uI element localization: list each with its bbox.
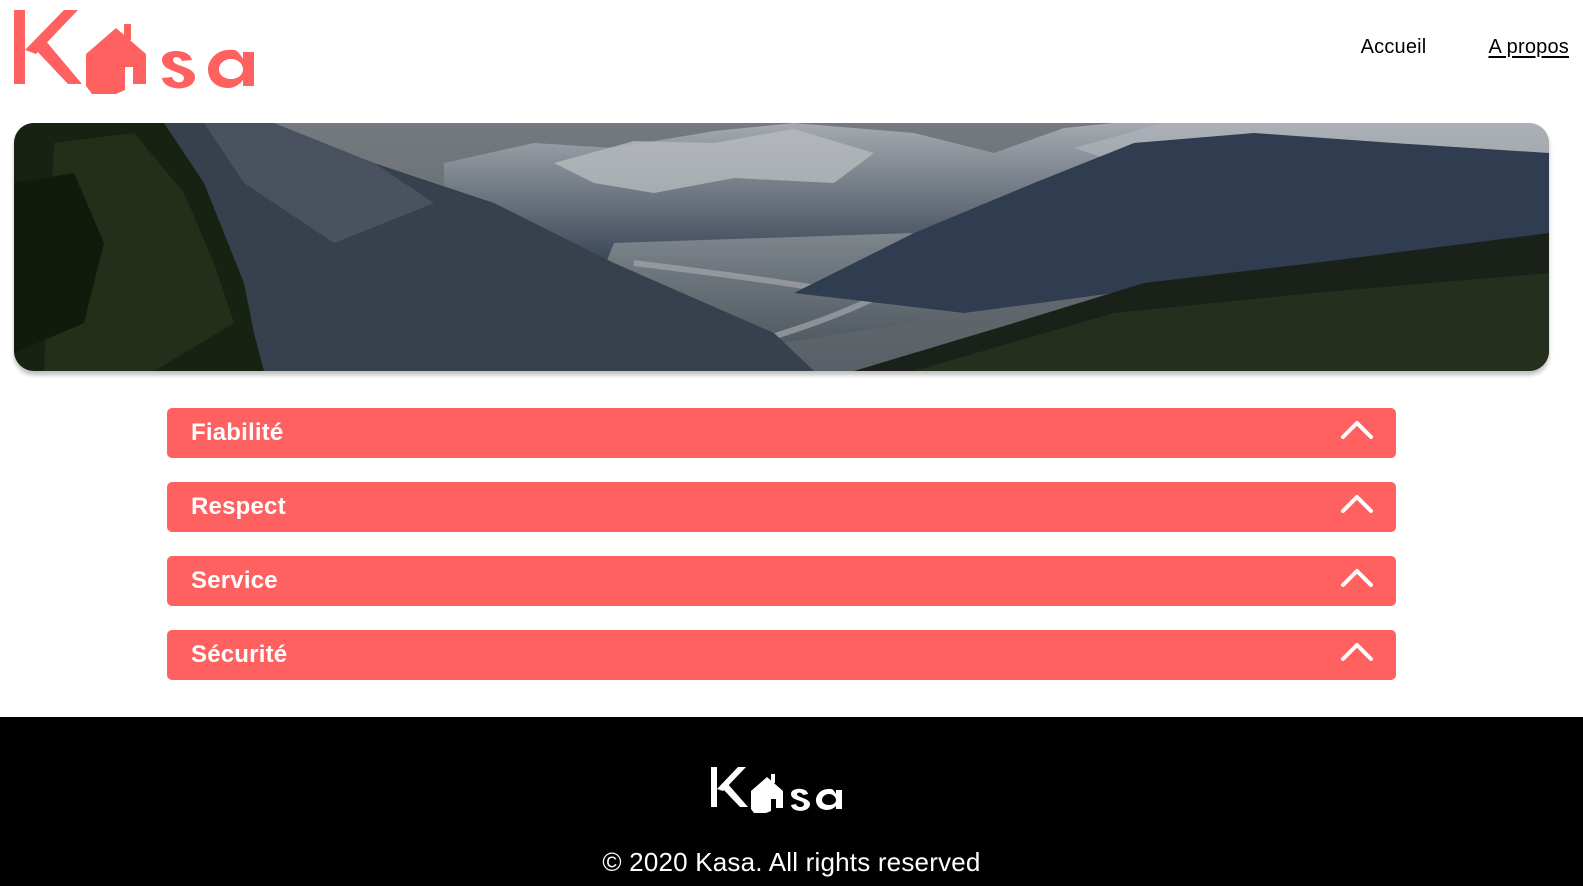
site-header: Accueil A propos — [0, 0, 1583, 110]
values-accordion: Fiabilité Respect Service Sécurité — [167, 408, 1396, 704]
collapse-title: Respect — [191, 493, 286, 520]
chevron-up-icon[interactable] — [1340, 493, 1374, 515]
chevron-up-icon[interactable] — [1340, 567, 1374, 589]
kasa-logo-footer — [711, 767, 842, 813]
chevron-up-icon[interactable] — [1340, 419, 1374, 441]
copyright-text: © 2020 Kasa. All rights reserved — [602, 847, 981, 877]
nav-link-accueil[interactable]: Accueil — [1361, 36, 1427, 59]
nav-link-a-propos[interactable]: A propos — [1488, 36, 1569, 59]
kasa-logo[interactable] — [12, 4, 278, 94]
collapse-service[interactable]: Service — [167, 556, 1396, 606]
mountain-landscape-image — [14, 123, 1549, 371]
chevron-up-icon[interactable] — [1340, 641, 1374, 663]
about-banner — [14, 123, 1549, 371]
collapse-fiabilite[interactable]: Fiabilité — [167, 408, 1396, 458]
collapse-securite[interactable]: Sécurité — [167, 630, 1396, 680]
collapse-title: Fiabilité — [191, 419, 284, 446]
site-footer: © 2020 Kasa. All rights reserved — [0, 717, 1583, 886]
collapse-respect[interactable]: Respect — [167, 482, 1396, 532]
collapse-title: Sécurité — [191, 641, 288, 668]
main-nav: Accueil A propos — [1361, 36, 1569, 59]
collapse-title: Service — [191, 567, 278, 594]
